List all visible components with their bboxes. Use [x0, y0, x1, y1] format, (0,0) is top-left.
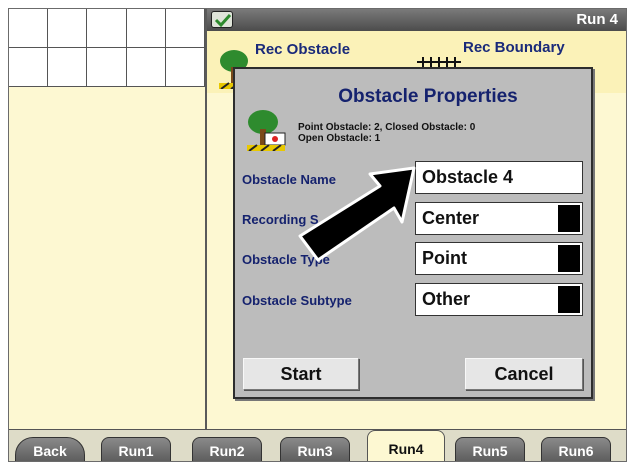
shortcut-cell[interactable]	[87, 48, 127, 87]
shortcut-cell[interactable]	[48, 9, 88, 48]
shortcut-cell[interactable]	[48, 48, 88, 87]
left-panel	[9, 87, 205, 429]
dropdown-arrow-icon[interactable]	[558, 205, 580, 232]
shortcut-grid	[9, 9, 205, 87]
recording-select[interactable]: Center	[415, 202, 583, 235]
obstacle-subtype-label: Obstacle Subtype	[242, 293, 352, 308]
counts-line-1: Point Obstacle: 2, Closed Obstacle: 0	[298, 122, 476, 133]
obstacle-subtype-select[interactable]: Other	[415, 283, 583, 316]
obstacle-type-value: Point	[422, 248, 467, 268]
obstacle-type-select[interactable]: Point	[415, 242, 583, 275]
tab-run1[interactable]: Run1	[101, 437, 171, 461]
dialog-title: Obstacle Properties	[338, 86, 518, 107]
tab-run2[interactable]: Run2	[192, 437, 262, 461]
tab-back[interactable]: Back	[15, 437, 85, 461]
tab-run6[interactable]: Run6	[541, 437, 611, 461]
shortcut-cell[interactable]	[9, 48, 49, 87]
shortcut-cell[interactable]	[126, 9, 166, 48]
shortcut-cell[interactable]	[126, 48, 166, 87]
dropdown-arrow-icon[interactable]	[558, 286, 580, 313]
run-title: Run 4	[576, 11, 618, 28]
shortcut-cell[interactable]	[165, 48, 205, 87]
tab-bar: Back Run1 Run2 Run3 Run4 Run5 Run6	[9, 429, 626, 461]
obstacle-counts: Point Obstacle: 2, Closed Obstacle: 0 Op…	[298, 122, 475, 144]
tab-run5[interactable]: Run5	[455, 437, 525, 461]
tree-icon	[247, 110, 286, 151]
cancel-button[interactable]: Cancel	[465, 358, 583, 390]
counts-line-2: Open Obstacle: 1	[298, 133, 381, 144]
shortcut-cell[interactable]	[165, 9, 205, 48]
shortcut-cell[interactable]	[9, 9, 49, 48]
check-icon[interactable]	[211, 11, 233, 28]
title-bar: Run 4	[207, 9, 626, 32]
rec-boundary-label: Rec Boundary	[463, 39, 565, 56]
obstacle-subtype-value: Other	[422, 289, 471, 309]
rec-obstacle-label: Rec Obstacle	[255, 41, 351, 58]
start-button[interactable]: Start	[243, 358, 359, 390]
obstacle-name-field[interactable]: Obstacle 4	[415, 161, 583, 194]
pointer-arrow-icon	[298, 166, 416, 262]
tab-run3[interactable]: Run3	[280, 437, 350, 461]
shortcut-cell[interactable]	[87, 9, 127, 48]
recording-value: Center	[422, 208, 480, 228]
tab-run4[interactable]: Run4	[367, 430, 445, 461]
dropdown-arrow-icon[interactable]	[558, 245, 580, 272]
